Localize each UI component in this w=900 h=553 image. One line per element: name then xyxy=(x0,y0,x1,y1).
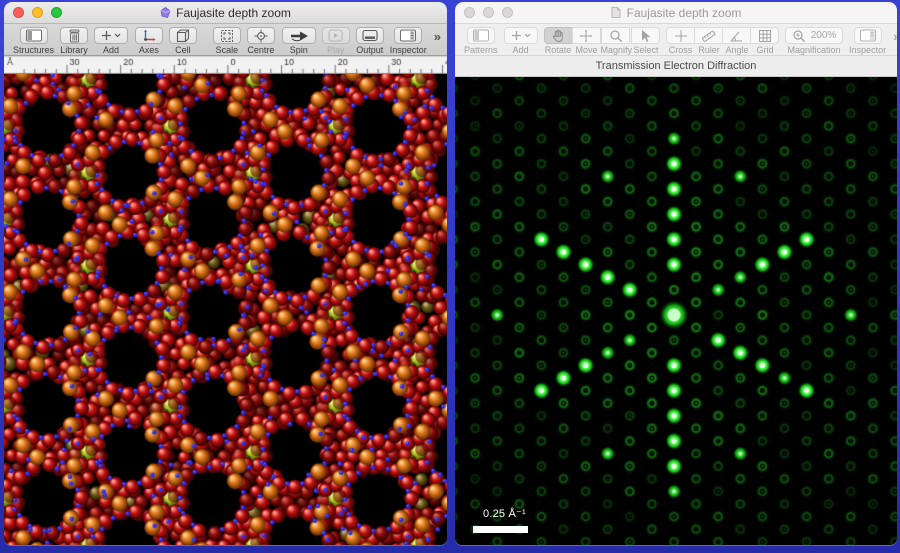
sidebar-left-icon xyxy=(25,29,43,42)
diffraction-area: 0.25 Å⁻¹ xyxy=(455,77,897,545)
play-icon xyxy=(328,29,343,42)
centre-icon xyxy=(254,29,268,43)
plus-icon xyxy=(101,30,112,41)
left-toolbar: Structures Library Add Axes Cell Scale C… xyxy=(4,24,447,56)
add-button[interactable]: Add xyxy=(504,27,538,55)
right-titlebar[interactable]: Faujasite depth zoom xyxy=(455,2,897,24)
cursor-icon xyxy=(640,29,652,43)
grid-tool[interactable]: Grid xyxy=(751,27,779,55)
diffraction-window: Faujasite depth zoom Patterns Add Rotate… xyxy=(455,2,897,545)
inspector-button[interactable]: Inspector xyxy=(390,27,427,55)
play-button[interactable]: Play xyxy=(322,27,350,55)
spin-arrow-icon xyxy=(289,30,309,42)
library-icon xyxy=(67,29,82,43)
output-icon xyxy=(362,29,378,42)
tool-segmented-control: Rotate Move Magnify Select xyxy=(544,27,661,55)
spin-button[interactable]: Spin xyxy=(282,27,316,55)
left-titlebar[interactable]: Faujasite depth zoom xyxy=(4,2,447,24)
cell-button[interactable]: Cell xyxy=(169,27,197,55)
window-title: Faujasite depth zoom xyxy=(627,6,742,20)
plus-icon xyxy=(511,30,522,41)
zoom-button[interactable] xyxy=(51,7,62,18)
zoom-button[interactable] xyxy=(502,7,513,18)
protractor-icon xyxy=(729,29,744,43)
axes-icon xyxy=(142,29,156,42)
minimize-button[interactable] xyxy=(483,7,494,18)
magnification-control[interactable]: 200% Magnification xyxy=(785,27,843,55)
traffic-lights xyxy=(13,2,62,23)
magnification-value: 200% xyxy=(811,30,837,41)
inspector-button[interactable]: Inspector xyxy=(849,27,886,55)
close-button[interactable] xyxy=(13,7,24,18)
magnify-tool[interactable]: Magnify xyxy=(601,27,633,55)
magnifier-icon xyxy=(609,29,623,43)
sidebar-right-icon xyxy=(399,29,417,42)
cross-icon xyxy=(674,29,688,43)
ruler-tool[interactable]: Ruler xyxy=(695,27,723,55)
scale-icon xyxy=(220,29,234,43)
centre-button[interactable]: Centre xyxy=(247,27,275,55)
traffic-lights-inactive xyxy=(464,2,513,23)
window-title: Faujasite depth zoom xyxy=(176,6,291,20)
crystal-structure-view[interactable] xyxy=(4,74,447,545)
scale-bar xyxy=(473,526,528,533)
hand-icon xyxy=(551,29,565,43)
cross-tool[interactable]: Cross xyxy=(666,27,695,55)
library-button[interactable]: Library xyxy=(60,27,88,55)
select-tool[interactable]: Select xyxy=(632,27,660,55)
ruler-icon xyxy=(701,29,716,43)
sidebar-right-icon xyxy=(859,29,877,42)
scale-bar-label: 0.25 Å⁻¹ xyxy=(483,507,526,520)
desktop: { "left_window": { "title": "Faujasite d… xyxy=(0,0,900,553)
cell-icon xyxy=(176,29,190,43)
measure-segmented-control: Cross Ruler Angle Grid xyxy=(666,27,779,55)
move-arrows-icon xyxy=(579,29,593,43)
move-tool[interactable]: Move xyxy=(573,27,601,55)
chevron-down-icon xyxy=(114,33,121,38)
toolbar-overflow-chevron[interactable]: » xyxy=(434,29,441,44)
horizontal-ruler xyxy=(4,56,447,74)
scale-button[interactable]: Scale xyxy=(213,27,241,55)
structure-window: Faujasite depth zoom Structures Library … xyxy=(4,2,447,545)
right-toolbar: Patterns Add Rotate Move Magnify Select xyxy=(455,24,897,56)
document-icon xyxy=(611,7,622,18)
minimize-button[interactable] xyxy=(32,7,43,18)
toolbar-overflow-chevron[interactable]: » xyxy=(893,29,897,44)
axes-button[interactable]: Axes xyxy=(135,27,163,55)
view-header: Transmission Electron Diffraction xyxy=(455,56,897,77)
diffraction-pattern-view[interactable] xyxy=(455,77,897,545)
output-button[interactable]: Output xyxy=(356,27,384,55)
chevron-down-icon xyxy=(524,33,531,38)
magnifier-plus-icon xyxy=(792,29,806,43)
document-icon xyxy=(160,7,171,18)
add-button[interactable]: Add xyxy=(94,27,128,55)
structures-button[interactable]: Structures xyxy=(13,27,54,55)
sidebar-left-icon xyxy=(472,29,490,42)
angle-tool[interactable]: Angle xyxy=(723,27,751,55)
rotate-tool[interactable]: Rotate xyxy=(544,27,573,55)
patterns-button[interactable]: Patterns xyxy=(464,27,498,55)
grid-icon xyxy=(758,29,772,43)
close-button[interactable] xyxy=(464,7,475,18)
